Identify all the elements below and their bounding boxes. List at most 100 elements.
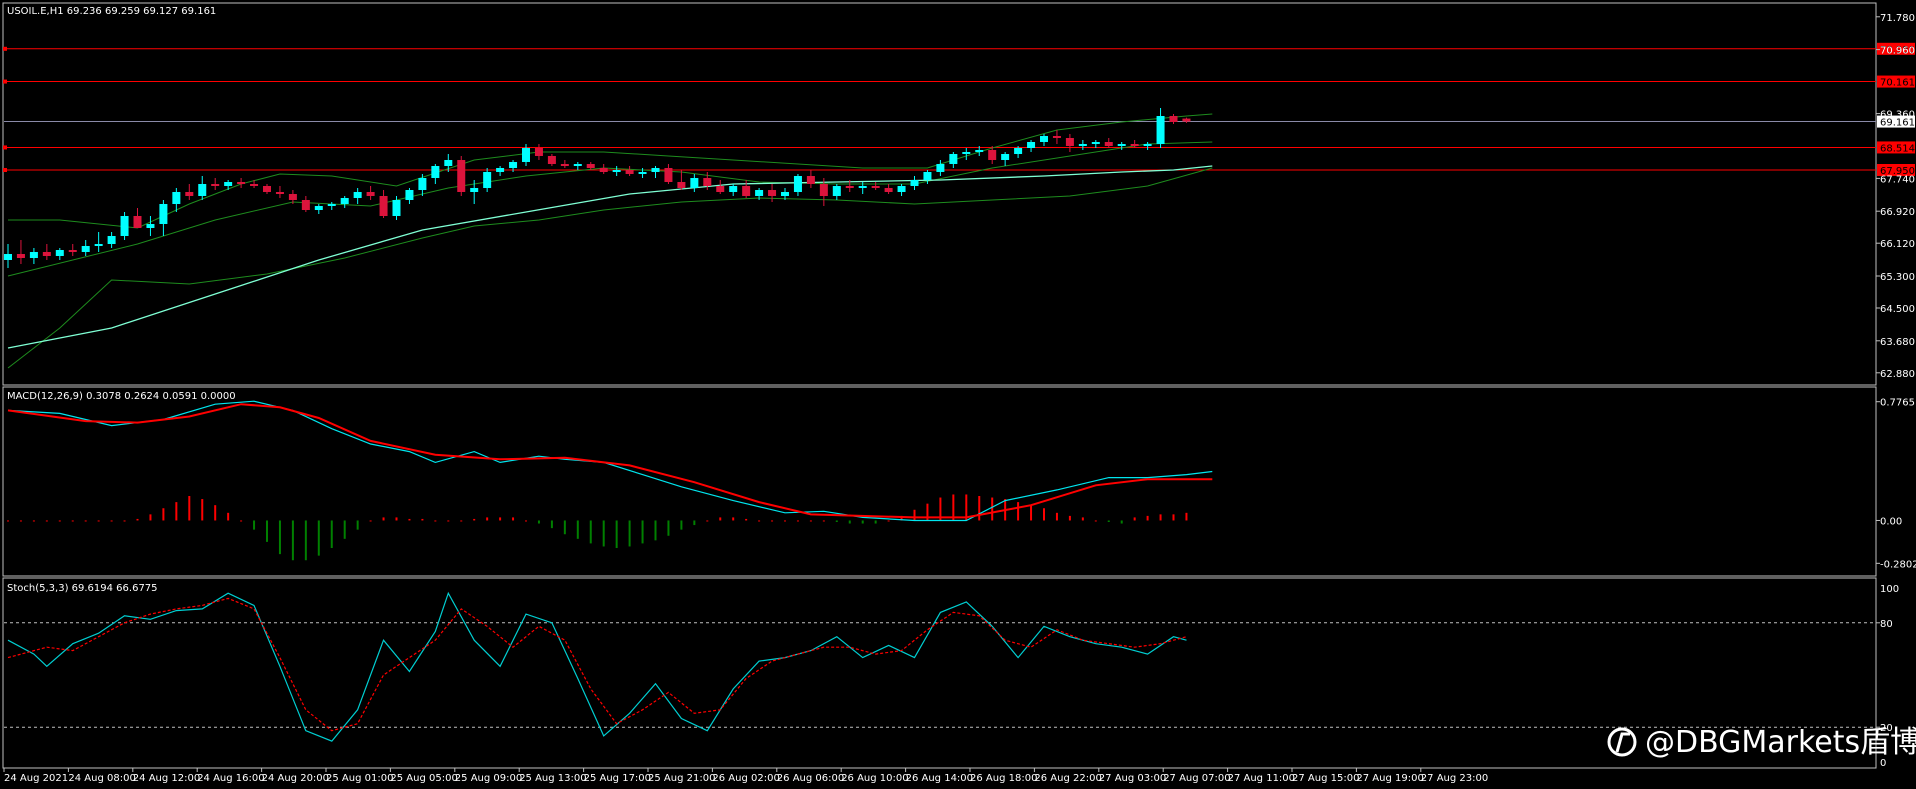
candle-body: [392, 200, 401, 216]
candle-body: [29, 252, 38, 258]
candle-body: [353, 192, 362, 198]
candle-body: [457, 160, 466, 192]
candle-body: [1169, 116, 1178, 122]
time-tick-label: 26 Aug 10:00: [841, 773, 908, 784]
candle-body: [949, 154, 958, 164]
candle-body: [55, 250, 64, 256]
price-tick-label: 62.880: [1880, 369, 1915, 380]
candle-body: [1104, 142, 1113, 146]
candle-body: [16, 254, 25, 258]
candle-body: [314, 206, 323, 210]
candle-body: [1143, 144, 1152, 146]
macd-histogram: [7, 494, 1188, 561]
time-tick-label: 27 Aug 11:00: [1228, 773, 1295, 784]
bb-upper-line: [8, 113, 1213, 229]
candle-body: [133, 216, 142, 228]
time-tick-label: 26 Aug 14:00: [906, 773, 973, 784]
candle-body: [793, 176, 802, 192]
candle-body: [1052, 136, 1061, 138]
candle-body: [1040, 136, 1048, 142]
candle-body: [94, 244, 103, 246]
candle-body: [729, 186, 738, 192]
candle-body: [1001, 154, 1010, 160]
candle-body: [366, 192, 375, 196]
candle-body: [4, 254, 12, 260]
candle-body: [560, 164, 569, 166]
time-tick-label: 25 Aug 17:00: [584, 773, 651, 784]
level-anchor: [3, 46, 7, 51]
candle-body: [547, 156, 556, 164]
candle-body: [185, 192, 194, 196]
time-tick-label: 27 Aug 03:00: [1099, 773, 1166, 784]
candle-body: [159, 204, 168, 224]
candle-body: [962, 152, 971, 154]
candle-body: [936, 164, 945, 172]
candle-body: [327, 204, 336, 206]
price-axis: 71.780 70.960 69.360 67.740 66.920 66.120 65.3…: [1876, 13, 1915, 380]
time-tick-label: 24 Aug 16:00: [197, 773, 264, 784]
candle-body: [806, 176, 815, 184]
time-tick-label: 25 Aug 01:00: [326, 773, 393, 784]
candle-body: [884, 188, 893, 192]
candle-body: [858, 186, 867, 188]
candlesticks: [4, 108, 1191, 268]
time-axis: 24 Aug 2021 24 Aug 08:0024 Aug 12:0024 Au…: [3, 768, 1488, 784]
candle-body: [599, 168, 608, 172]
stochastic-panel[interactable]: [2, 577, 1877, 769]
candle-body: [716, 186, 725, 192]
time-tick-label: 26 Aug 02:00: [712, 773, 779, 784]
price-tick-label: 70.960: [1880, 46, 1915, 57]
macd-header: MACD(12,26,9) 0.3078 0.2624 0.0591 0.000…: [7, 391, 236, 402]
candle-body: [1027, 142, 1036, 148]
candle-body: [444, 160, 453, 166]
candle-body: [431, 166, 440, 178]
stoch-main-line: [7, 591, 1187, 742]
macd-axis: 0.7765 0.00 -0.2802: [1876, 398, 1916, 570]
time-tick-label: 24 Aug 12:00: [133, 773, 200, 784]
candle-body: [301, 200, 310, 210]
candle-body: [405, 190, 414, 200]
time-tick-label: 25 Aug 09:00: [455, 773, 522, 784]
time-tick-label: 27 Aug 15:00: [1292, 773, 1359, 784]
candle-body: [845, 186, 854, 188]
candle-body: [690, 178, 699, 188]
time-tick-label: 27 Aug 07:00: [1163, 773, 1230, 784]
candle-body: [573, 164, 582, 166]
symbol-header: USOIL.E,H1 69.236 69.259 69.127 69.161: [7, 6, 216, 17]
stoch-tick-label: 100: [1880, 584, 1899, 595]
horizontal-levels: 70.98070.16168.51467.95069.161: [3, 42, 1915, 177]
candle-body: [612, 170, 621, 172]
candle-body: [988, 150, 997, 160]
candle-body: [250, 184, 259, 186]
candle-body: [923, 172, 932, 180]
candle-body: [522, 148, 530, 162]
candle-body: [263, 186, 271, 192]
trading-chart[interactable]: 70.98070.16168.51467.95069.161 71.78070.…: [0, 0, 1916, 789]
bollinger-bands: [7, 113, 1213, 369]
candle-body: [275, 192, 284, 194]
candle-body: [509, 162, 518, 168]
candle-body: [120, 216, 129, 236]
price-tick-label: 64.500: [1880, 304, 1915, 315]
level-anchor: [3, 168, 7, 172]
time-tick-label: 26 Aug 18:00: [970, 773, 1037, 784]
watermark: @DBGMarkets盾博: [1607, 725, 1916, 760]
candle-body: [651, 168, 660, 172]
candle-body: [755, 190, 764, 196]
candle-body: [237, 182, 246, 184]
time-tick-label: 25 Aug 21:00: [648, 773, 715, 784]
candle-body: [418, 178, 427, 190]
macd-tick-label: 0.00: [1880, 516, 1902, 527]
candle-body: [1078, 144, 1087, 146]
macd-tick-label: 0.7765: [1880, 398, 1915, 409]
watermark-text: @DBGMarkets盾博: [1645, 725, 1916, 760]
time-tick-label: 26 Aug 22:00: [1034, 773, 1101, 784]
candle-body: [625, 170, 634, 174]
price-tick-label: 67.740: [1880, 174, 1915, 185]
time-tick-label: 24 Aug 2021: [4, 773, 68, 784]
candle-body: [742, 186, 751, 196]
candle-body: [897, 186, 906, 192]
macd-panel[interactable]: [2, 386, 1877, 577]
candle-body: [224, 182, 233, 186]
time-tick-label: 24 Aug 20:00: [262, 773, 329, 784]
